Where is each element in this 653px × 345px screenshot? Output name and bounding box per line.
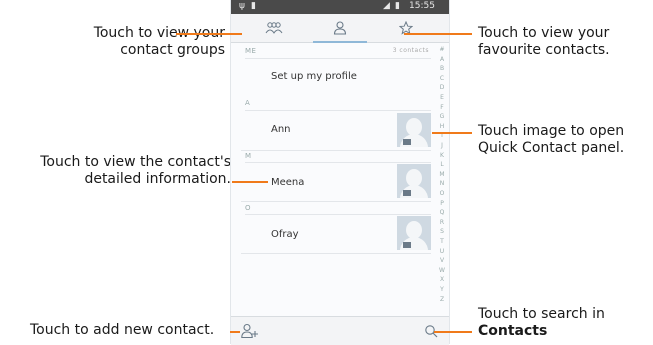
callout-search-line1: Touch to search in <box>478 306 605 322</box>
tab-groups[interactable] <box>239 14 309 42</box>
contact-count: 3 contacts <box>392 47 429 54</box>
signal-icon: ◢ <box>383 1 390 11</box>
alphabet-index-letter[interactable]: Z <box>437 296 447 303</box>
bottom-action-bar <box>231 316 449 345</box>
callout-line-search <box>434 331 472 333</box>
alphabet-index-letter[interactable]: V <box>437 257 447 264</box>
alphabet-index-letter[interactable]: A <box>437 56 447 63</box>
contact-name: Ofray <box>271 229 299 240</box>
alphabet-index-letter[interactable]: # <box>437 46 447 53</box>
callout-detail-line2: detailed information. <box>84 171 231 187</box>
callout-line-add <box>230 331 240 333</box>
status-time: 15:55 <box>409 1 435 11</box>
notification-icon: ▮ <box>251 1 256 11</box>
callout-line-quick <box>432 132 472 134</box>
callout-detail-line1: Touch to view the contact's <box>40 154 231 170</box>
status-bar: ψ ▮ ◢ ▮ 15:55 <box>231 0 449 14</box>
callout-favourites-line1: Touch to view your <box>478 25 610 41</box>
alphabet-index-letter[interactable]: U <box>437 248 447 255</box>
callout-line-groups <box>176 33 242 35</box>
callout-detail: Touch to view the contact's detailed inf… <box>8 154 231 188</box>
callout-line-detail <box>232 181 268 183</box>
tab-indicator <box>313 41 367 43</box>
callout-add: Touch to add new contact. <box>30 322 214 339</box>
contact-row-ann[interactable]: Ann <box>241 112 431 151</box>
callout-line-favourites <box>404 33 472 35</box>
callout-quick-line1: Touch image to open <box>478 123 625 139</box>
alphabet-index-letter[interactable]: G <box>437 113 447 120</box>
setup-profile-label: Set up my profile <box>271 71 357 82</box>
tab-contacts[interactable] <box>305 14 375 42</box>
alphabet-index-letter[interactable]: L <box>437 161 447 168</box>
alphabet-index-letter[interactable]: B <box>437 65 447 72</box>
tab-bar <box>231 14 449 43</box>
contact-row-ofray[interactable]: Ofray <box>241 215 431 254</box>
alphabet-index-letter[interactable]: T <box>437 238 447 245</box>
alphabet-index-letter[interactable]: S <box>437 228 447 235</box>
usb-icon: ψ <box>239 1 245 11</box>
contact-name: Meena <box>271 177 305 188</box>
alphabet-index-letter[interactable]: E <box>437 94 447 101</box>
quick-contact-badge-icon <box>403 242 411 248</box>
alphabet-index-letter[interactable]: D <box>437 84 447 91</box>
person-icon <box>333 21 347 35</box>
quick-contact-badge-icon <box>403 139 411 145</box>
section-header-m: M <box>245 152 252 160</box>
alphabet-index-letter[interactable]: W <box>437 267 447 274</box>
alphabet-index-letter[interactable]: Y <box>437 286 447 293</box>
section-header-a: A <box>245 99 251 107</box>
section-header-o: O <box>245 204 252 212</box>
alphabet-index-letter[interactable]: N <box>437 180 447 187</box>
callout-search-line2: Contacts <box>478 323 548 339</box>
callout-groups: Touch to view your contact groups <box>40 25 225 59</box>
setup-profile-row[interactable]: Set up my profile <box>241 59 431 93</box>
callout-favourites: Touch to view your favourite contacts. <box>478 25 610 59</box>
contact-photo[interactable] <box>397 113 431 147</box>
alphabet-index-letter[interactable]: R <box>437 219 447 226</box>
alphabet-index-letter[interactable]: F <box>437 104 447 111</box>
section-header-me: ME 3 contacts <box>245 47 431 55</box>
alphabet-index-letter[interactable]: O <box>437 190 447 197</box>
section-me-label: ME <box>245 47 257 55</box>
callout-search: Touch to search in Contacts <box>478 306 605 340</box>
alphabet-index-letter[interactable]: P <box>437 200 447 207</box>
alphabet-index-letter[interactable]: Q <box>437 209 447 216</box>
tab-favourites[interactable] <box>371 14 441 42</box>
quick-contact-badge-icon <box>403 190 411 196</box>
contact-name: Ann <box>271 124 291 135</box>
contact-photo[interactable] <box>397 216 431 250</box>
contact-row-meena[interactable]: Meena <box>241 163 431 202</box>
callout-quick: Touch image to open Quick Contact panel. <box>478 123 624 157</box>
alphabet-index-letter[interactable]: K <box>437 152 447 159</box>
alphabet-index-letter[interactable]: H <box>437 123 447 130</box>
phone-screen: ψ ▮ ◢ ▮ 15:55 ME 3 contacts Set up my pr… <box>230 0 450 345</box>
callout-add-text: Touch to add new contact. <box>30 322 215 338</box>
callout-favourites-line2: favourite contacts. <box>478 42 610 58</box>
alphabet-index-letter[interactable]: X <box>437 276 447 283</box>
alphabet-index-letter[interactable]: J <box>437 142 447 149</box>
alphabet-index-letter[interactable]: C <box>437 75 447 82</box>
callout-quick-line2: Quick Contact panel. <box>478 140 625 156</box>
callout-groups-line2: contact groups <box>120 42 225 58</box>
battery-icon: ▮ <box>395 1 400 11</box>
contact-photo[interactable] <box>397 164 431 198</box>
section-divider <box>245 110 431 111</box>
alphabet-index-letter[interactable]: M <box>437 171 447 178</box>
people-group-icon <box>265 22 283 34</box>
add-contact-icon[interactable] <box>241 323 259 339</box>
